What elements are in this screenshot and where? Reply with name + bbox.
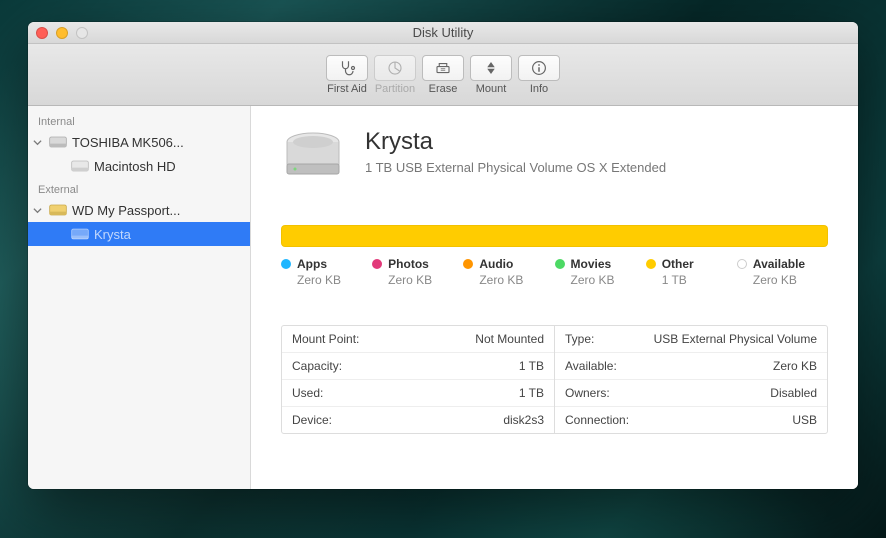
mount-button[interactable]	[470, 55, 512, 81]
info-device: Device:disk2s3	[282, 407, 554, 433]
external-hdd-icon	[48, 201, 68, 219]
partition-button	[374, 55, 416, 81]
info-available: Available:Zero KB	[555, 353, 827, 380]
section-external: External	[28, 178, 250, 198]
volume-label: Krysta	[94, 227, 131, 242]
legend-other: Other 1 TB	[646, 257, 737, 287]
info-button[interactable]	[518, 55, 560, 81]
info-used: Used:1 TB	[282, 380, 554, 407]
tool-first-aid: First Aid	[326, 55, 368, 95]
pie-icon	[386, 59, 404, 77]
volume-description: 1 TB USB External Physical Volume OS X E…	[365, 160, 666, 175]
traffic-lights	[36, 27, 88, 39]
tool-partition: Partition	[374, 55, 416, 95]
titlebar: Disk Utility	[28, 22, 858, 44]
dot-icon	[281, 259, 291, 269]
disk-label: TOSHIBA MK506...	[72, 135, 184, 150]
mount-icon	[482, 59, 500, 77]
tool-mount: Mount	[470, 55, 512, 95]
legend-available: Available Zero KB	[737, 257, 828, 287]
chevron-down-icon[interactable]	[30, 206, 44, 215]
dot-icon	[372, 259, 382, 269]
sidebar-volume-macintosh-hd[interactable]: Macintosh HD	[28, 154, 250, 178]
maximize-button[interactable]	[76, 27, 88, 39]
tool-info: Info	[518, 55, 560, 95]
tool-erase: Erase	[422, 55, 464, 95]
hdd-icon	[48, 133, 68, 151]
sidebar-disk-toshiba[interactable]: TOSHIBA MK506...	[28, 130, 250, 154]
section-internal: Internal	[28, 110, 250, 130]
info-connection: Connection:USB	[555, 407, 827, 433]
volume-large-icon	[281, 128, 345, 185]
external-hdd-icon	[70, 225, 90, 243]
window-title: Disk Utility	[28, 25, 858, 40]
info-capacity: Capacity:1 TB	[282, 353, 554, 380]
main-panel: Krysta 1 TB USB External Physical Volume…	[251, 106, 858, 489]
toolbar: First Aid Partition Erase Mount Info	[28, 44, 858, 106]
tool-label: Erase	[429, 83, 458, 95]
usage-legend: Apps Zero KB Photos Zero KB Audio Zero K…	[281, 257, 828, 287]
disk-utility-window: Disk Utility First Aid Partition Erase	[28, 22, 858, 489]
minimize-button[interactable]	[56, 27, 68, 39]
tool-label: Info	[530, 83, 548, 95]
info-icon	[530, 59, 548, 77]
sidebar-disk-wd-passport[interactable]: WD My Passport...	[28, 198, 250, 222]
close-button[interactable]	[36, 27, 48, 39]
hdd-icon	[70, 157, 90, 175]
dot-icon	[646, 259, 656, 269]
legend-apps: Apps Zero KB	[281, 257, 372, 287]
sidebar-volume-krysta[interactable]: Krysta	[28, 222, 250, 246]
disk-label: WD My Passport...	[72, 203, 180, 218]
tool-label: Partition	[375, 83, 415, 95]
info-table: Mount Point:Not Mounted Capacity:1 TB Us…	[281, 325, 828, 434]
info-mount-point: Mount Point:Not Mounted	[282, 326, 554, 353]
sidebar: Internal TOSHIBA MK506... Macintosh HD E…	[28, 106, 251, 489]
legend-movies: Movies Zero KB	[555, 257, 646, 287]
erase-button[interactable]	[422, 55, 464, 81]
first-aid-button[interactable]	[326, 55, 368, 81]
dot-icon	[737, 259, 747, 269]
erase-icon	[434, 59, 452, 77]
dot-icon	[555, 259, 565, 269]
info-type: Type:USB External Physical Volume	[555, 326, 827, 353]
stethoscope-icon	[338, 59, 356, 77]
volume-name: Krysta	[365, 128, 666, 156]
tool-label: Mount	[476, 83, 507, 95]
volume-label: Macintosh HD	[94, 159, 176, 174]
chevron-down-icon[interactable]	[30, 138, 44, 147]
legend-audio: Audio Zero KB	[463, 257, 554, 287]
dot-icon	[463, 259, 473, 269]
info-owners: Owners:Disabled	[555, 380, 827, 407]
legend-photos: Photos Zero KB	[372, 257, 463, 287]
usage-bar	[281, 225, 828, 247]
tool-label: First Aid	[327, 83, 367, 95]
